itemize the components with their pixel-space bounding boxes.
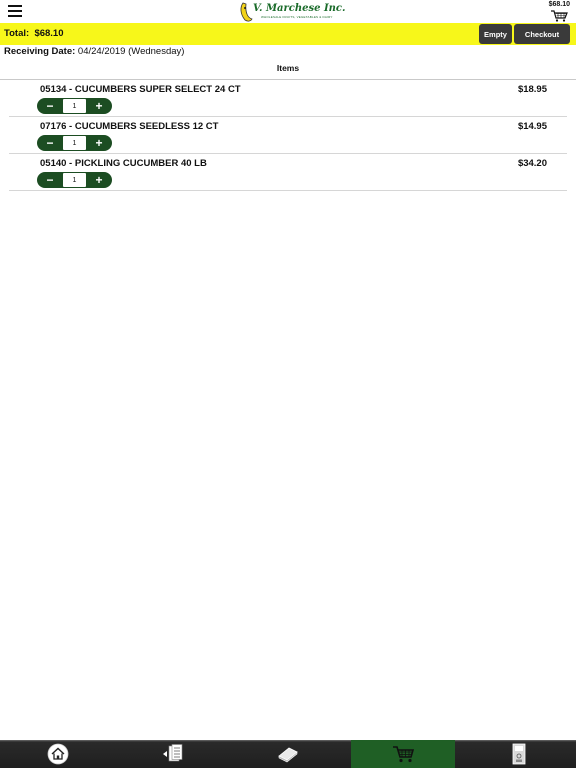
decrement-button[interactable]: − [37, 98, 63, 114]
company-logo: V. Marchese Inc. WHOLESALE FRUITS, VEGET… [239, 1, 346, 22]
total-label: Total: [4, 28, 30, 39]
cart-item-list: 05134 - CUCUMBERS SUPER SELECT 24 CT $18… [0, 80, 576, 191]
tab-home[interactable] [0, 740, 115, 768]
quantity-stepper: − 1 + [37, 172, 112, 188]
checkout-button[interactable]: Checkout [514, 24, 570, 44]
item-name: 05140 - PICKLING CUCUMBER 40 LB [40, 158, 207, 169]
quantity-field[interactable]: 1 [63, 173, 86, 187]
tab-calculator[interactable] [461, 740, 576, 768]
header-cart-total: $68.10 [548, 1, 570, 8]
increment-button[interactable]: + [86, 135, 112, 151]
tab-orders[interactable] [115, 740, 230, 768]
item-price: $18.95 [517, 84, 547, 95]
tab-catalog[interactable] [230, 740, 345, 768]
cart-icon [551, 10, 568, 22]
list-item: 05140 - PICKLING CUCUMBER 40 LB $34.20 −… [9, 154, 567, 191]
item-price: $14.95 [517, 121, 547, 132]
catalog-book-icon [277, 747, 298, 763]
item-price: $34.20 [517, 158, 547, 169]
app-header: V. Marchese Inc. WHOLESALE FRUITS, VEGET… [0, 0, 576, 22]
order-list-icon [162, 744, 182, 762]
item-name: 07176 - CUCUMBERS SEEDLESS 12 CT [40, 121, 219, 132]
quantity-stepper: − 1 + [37, 98, 112, 114]
header-cart-button[interactable]: $68.10 [540, 1, 570, 22]
quantity-field[interactable]: 1 [63, 99, 86, 113]
home-icon [47, 743, 68, 765]
increment-button[interactable]: + [86, 98, 112, 114]
item-name: 05134 - CUCUMBERS SUPER SELECT 24 CT [40, 84, 241, 95]
receiving-date-label: Receiving Date: [4, 46, 76, 57]
hamburger-menu-icon[interactable] [8, 5, 22, 17]
order-total: Total: $68.10 [4, 28, 64, 39]
receiving-date[interactable]: Receiving Date: 04/24/2019 (Wednesday) [4, 46, 184, 57]
quantity-field[interactable]: 1 [63, 136, 86, 150]
receiving-date-value: 04/24/2019 (Wednesday) [77, 46, 185, 57]
list-item: 07176 - CUCUMBERS SEEDLESS 12 CT $14.95 … [9, 117, 567, 154]
items-heading: Items [276, 63, 300, 73]
decrement-button[interactable]: − [37, 135, 63, 151]
list-item: 05134 - CUCUMBERS SUPER SELECT 24 CT $18… [9, 80, 567, 117]
bottom-tab-bar [0, 740, 576, 768]
cart-icon [393, 746, 415, 763]
tab-cart[interactable] [351, 740, 455, 768]
logo-subtext: WHOLESALE FRUITS, VEGETABLES & DAIRY [261, 15, 333, 19]
total-value: $68.10 [34, 28, 64, 39]
calculator-icon [512, 743, 525, 765]
decrement-button[interactable]: − [37, 172, 63, 188]
order-total-bar: Total: $68.10 Empty Checkout [0, 23, 576, 45]
increment-button[interactable]: + [86, 172, 112, 188]
quantity-stepper: − 1 + [37, 135, 112, 151]
logo-text: V. Marchese Inc. [253, 3, 346, 14]
empty-cart-button[interactable]: Empty [479, 24, 512, 44]
